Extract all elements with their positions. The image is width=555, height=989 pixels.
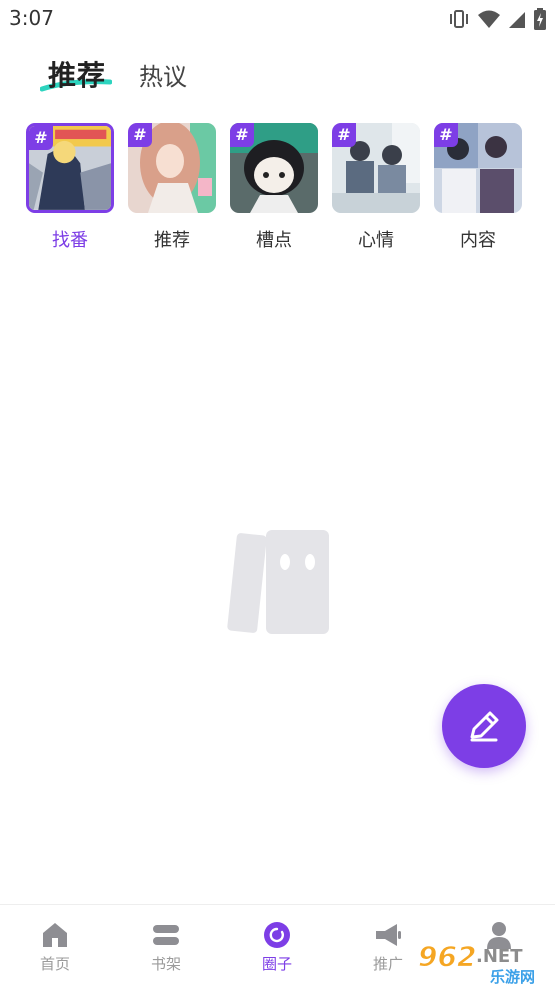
pencil-icon — [470, 711, 499, 742]
topic-thumbnail[interactable]: # — [230, 123, 318, 213]
hashtag-badge: # — [128, 123, 152, 147]
watermark-suffix: .NET — [476, 946, 523, 967]
signal-icon — [509, 12, 525, 28]
topic-thumbnail[interactable]: # — [26, 123, 114, 213]
top-tabs: 推荐 热议 — [0, 50, 555, 100]
nav-item-home[interactable]: 首页 — [15, 921, 95, 981]
nav-item-circle[interactable]: 圈子 — [237, 921, 317, 981]
nav-label-bookshelf: 书架 — [150, 955, 181, 973]
nav-label-home: 首页 — [39, 955, 70, 973]
watermark-logo: 962 .NET 乐游网 — [418, 940, 536, 987]
topic-thumbnail[interactable]: # — [332, 123, 420, 213]
megaphone-icon — [376, 924, 401, 946]
topic-item-mood[interactable]: # 心情 — [328, 120, 424, 251]
topic-item-find-anime[interactable]: # 找番 — [22, 120, 118, 251]
topic-thumbnail[interactable]: # — [128, 123, 216, 213]
topic-item-content[interactable]: # 内容 — [430, 120, 526, 251]
nav-label-circle: 圈子 — [261, 955, 292, 973]
topic-item-complaints[interactable]: # 槽点 — [226, 120, 322, 251]
empty-state-illustration — [227, 530, 329, 634]
topic-categories: # 找番 # 推荐 # 槽点 # 心情 # 内容 — [0, 120, 555, 260]
circle-icon — [264, 922, 290, 948]
watermark-sub: 乐游网 — [490, 968, 535, 986]
topic-label: 心情 — [358, 230, 394, 251]
nav-item-bookshelf[interactable]: 书架 — [126, 921, 206, 981]
hashtag-badge: # — [434, 123, 458, 147]
topic-label: 内容 — [460, 230, 496, 251]
status-bar: 3:07 — [0, 0, 555, 38]
watermark-number: 962 — [418, 940, 476, 973]
tab-recommend[interactable]: 推荐 — [48, 54, 106, 94]
vibrate-icon — [450, 10, 468, 28]
status-icons — [447, 8, 547, 30]
topic-label: 找番 — [52, 230, 88, 251]
hashtag-badge: # — [230, 123, 254, 147]
topic-thumbnail[interactable]: # — [434, 123, 522, 213]
topic-label: 推荐 — [154, 230, 190, 251]
bookshelf-icon — [153, 925, 179, 945]
battery-icon — [534, 8, 546, 30]
home-icon — [43, 923, 67, 947]
hashtag-badge: # — [332, 123, 356, 147]
status-time: 3:07 — [9, 6, 54, 30]
topic-label: 槽点 — [256, 230, 292, 251]
compose-post-button[interactable] — [442, 684, 526, 768]
topic-item-recommend[interactable]: # 推荐 — [124, 120, 220, 251]
tab-hot-discussion[interactable]: 热议 — [139, 57, 187, 92]
hashtag-badge: # — [29, 126, 53, 150]
wifi-icon — [478, 10, 500, 28]
